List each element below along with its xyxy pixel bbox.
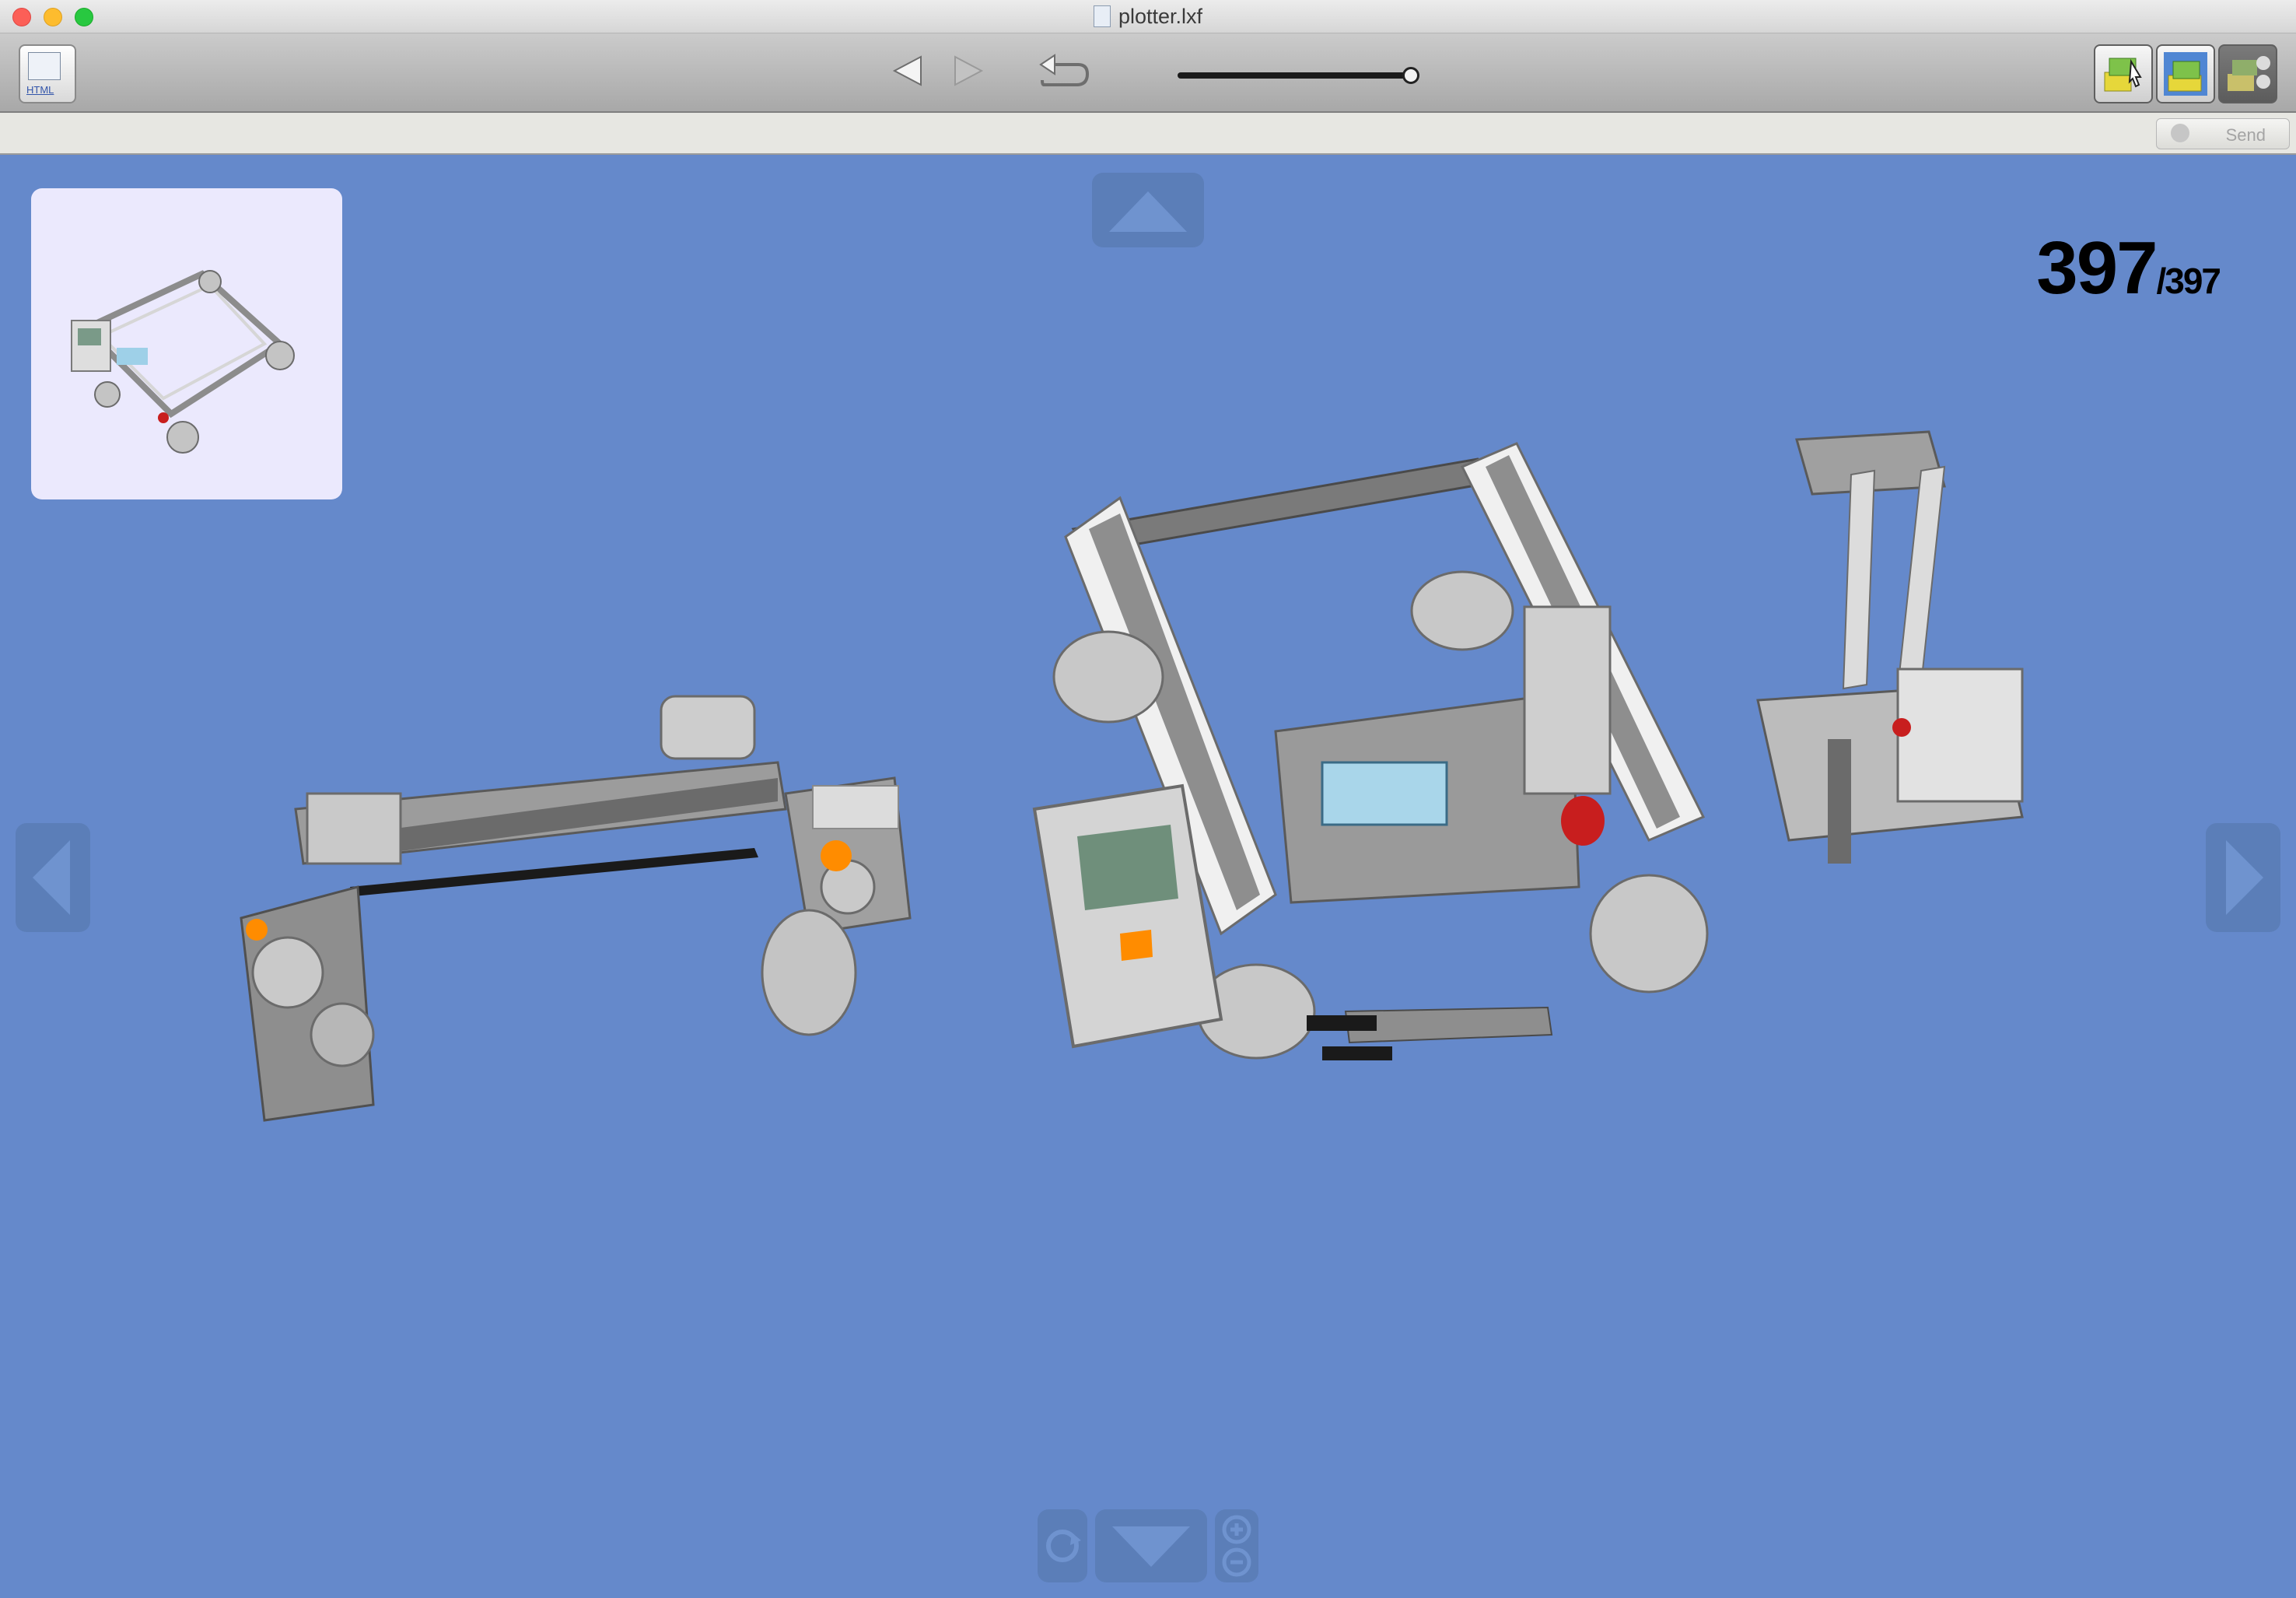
previous-step-button[interactable]: [16, 823, 90, 932]
triangle-up-icon: [1109, 191, 1187, 232]
triangle-left-icon: [33, 840, 70, 915]
rotate-down-button[interactable]: [1095, 1509, 1207, 1582]
step-total: /397: [2156, 261, 2221, 301]
model-assembly-center: [1032, 442, 1709, 1060]
model-thumbnail-image: [71, 270, 295, 454]
step-current: 397: [2036, 226, 2158, 310]
triangle-down-icon: [1112, 1526, 1190, 1567]
model-assembly-left: [240, 695, 912, 1122]
rotate-reset-button[interactable]: [1038, 1509, 1087, 1582]
triangle-right-icon: [2226, 840, 2263, 915]
rotate-icon: [1046, 1530, 1081, 1562]
model-assembly-right: [1756, 430, 2024, 864]
zoom-controls[interactable]: [1215, 1509, 1258, 1582]
step-counter: 397/397: [2036, 226, 2221, 311]
model-thumbnail[interactable]: [31, 188, 342, 499]
zoom-icon: [1222, 1515, 1251, 1577]
next-step-button[interactable]: [2206, 823, 2280, 932]
rotate-up-button[interactable]: [1092, 173, 1204, 247]
